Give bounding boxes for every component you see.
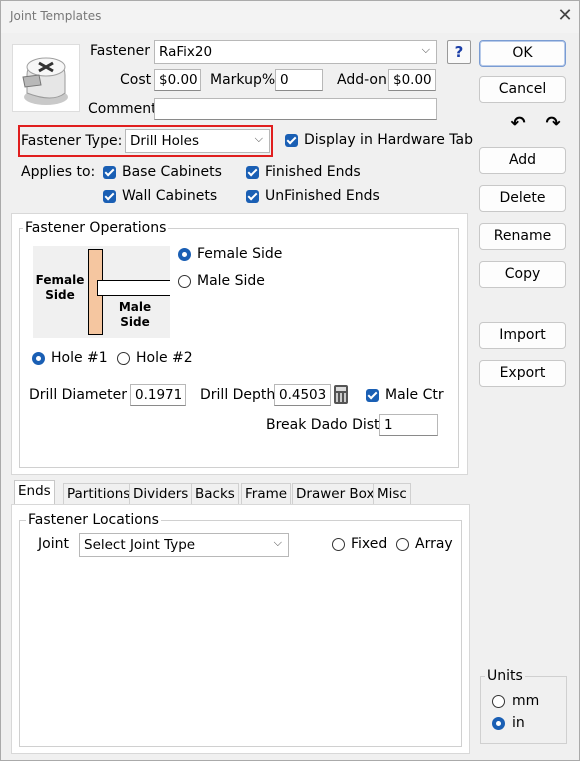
joint-type-value: Select Joint Type bbox=[84, 537, 196, 553]
joint-type-select[interactable]: Select Joint Type ⌵ bbox=[79, 533, 289, 557]
markup-input[interactable]: 0 bbox=[275, 69, 323, 91]
fixed-label: Fixed bbox=[351, 536, 388, 552]
tab-dividers[interactable]: Dividers bbox=[129, 483, 193, 504]
base-cabinets-checkbox[interactable] bbox=[103, 166, 116, 179]
wall-cabinets-label: Wall Cabinets bbox=[122, 188, 218, 204]
tab-label: Ends bbox=[18, 483, 51, 499]
units-in-label: in bbox=[512, 715, 525, 731]
male-ctr-label: Male Ctr bbox=[385, 387, 444, 403]
tab-label: Drawer Box bbox=[296, 486, 375, 502]
hole1-label: Hole #1 bbox=[51, 350, 108, 366]
tab-label: Backs bbox=[195, 486, 235, 502]
cam-fitting-icon bbox=[22, 57, 68, 105]
units-title: Units bbox=[485, 668, 525, 684]
drill-diameter-label: Drill Diameter bbox=[29, 387, 128, 403]
units-group bbox=[480, 676, 567, 744]
base-cabinets-label: Base Cabinets bbox=[122, 164, 222, 180]
cancel-button[interactable]: Cancel bbox=[479, 76, 566, 103]
window-title: Joint Templates bbox=[10, 9, 102, 23]
tab-label: Frame bbox=[245, 486, 288, 502]
tab-label: Misc bbox=[377, 486, 407, 502]
undo-icon[interactable]: ↶ bbox=[506, 113, 530, 135]
fastener-value: RaFix20 bbox=[159, 44, 213, 60]
female-side-radio[interactable] bbox=[178, 248, 191, 261]
array-label: Array bbox=[415, 536, 453, 552]
fixed-radio[interactable] bbox=[332, 538, 345, 551]
chevron-down-icon: ⌵ bbox=[254, 132, 263, 145]
wall-cabinets-checkbox[interactable] bbox=[103, 190, 116, 203]
locations-title: Fastener Locations bbox=[26, 512, 161, 528]
title-bar: Joint Templates ✕ bbox=[1, 1, 579, 33]
fastener-select[interactable]: RaFix20 ⌵ bbox=[154, 40, 437, 64]
drill-depth-input[interactable]: 0.4503 bbox=[274, 384, 331, 406]
help-button[interactable]: ? bbox=[447, 40, 471, 64]
fastener-type-value: Drill Holes bbox=[130, 133, 199, 149]
redo-icon[interactable]: ↷ bbox=[541, 113, 565, 135]
units-mm-label: mm bbox=[512, 693, 540, 709]
tab-partitions[interactable]: Partitions bbox=[63, 483, 135, 504]
hole1-radio[interactable] bbox=[32, 352, 45, 365]
diagram-female-text: Female Side bbox=[35, 273, 85, 302]
markup-label: Markup% bbox=[210, 72, 276, 88]
calculator-keys bbox=[336, 393, 346, 402]
unfinished-ends-checkbox[interactable] bbox=[246, 190, 259, 203]
rename-button[interactable]: Rename bbox=[479, 223, 566, 250]
tab-label: Partitions bbox=[67, 486, 131, 502]
fastener-type-label: Fastener Type: bbox=[21, 133, 123, 149]
tab-drawer-box[interactable]: Drawer Box bbox=[292, 483, 379, 504]
addon-input[interactable]: $0.00 bbox=[388, 69, 436, 91]
cost-input[interactable]: $0.00 bbox=[154, 69, 201, 91]
addon-label: Add-on bbox=[337, 72, 387, 88]
fastener-image bbox=[12, 44, 80, 112]
fastener-type-select[interactable]: Drill Holes ⌵ bbox=[125, 129, 270, 153]
unfinished-ends-label: UnFinished Ends bbox=[265, 188, 380, 204]
delete-button[interactable]: Delete bbox=[479, 185, 566, 212]
break-dado-label: Break Dado Dist. bbox=[266, 417, 384, 433]
fastener-label: Fastener bbox=[90, 43, 150, 59]
joint-templates-window: Joint Templates ✕ Fastener RaFix20 ⌵ ? C… bbox=[0, 0, 580, 761]
calculator-icon[interactable] bbox=[334, 385, 348, 404]
array-radio[interactable] bbox=[396, 538, 409, 551]
ok-button[interactable]: OK bbox=[479, 40, 566, 67]
comment-label: Comment bbox=[88, 101, 157, 117]
tab-misc[interactable]: Misc bbox=[373, 483, 411, 504]
add-button[interactable]: Add bbox=[479, 147, 566, 174]
hole2-label: Hole #2 bbox=[136, 350, 193, 366]
drill-depth-label: Drill Depth bbox=[200, 387, 276, 403]
operations-title: Fastener Operations bbox=[23, 220, 169, 236]
calculator-screen bbox=[336, 387, 346, 391]
finished-ends-checkbox[interactable] bbox=[246, 166, 259, 179]
units-mm-radio[interactable] bbox=[492, 695, 505, 708]
tab-ends[interactable]: Ends bbox=[14, 480, 55, 505]
joint-label: Joint bbox=[38, 536, 69, 552]
comment-input[interactable] bbox=[154, 98, 437, 120]
tab-backs[interactable]: Backs bbox=[191, 483, 239, 504]
chevron-down-icon: ⌵ bbox=[273, 536, 282, 549]
import-button[interactable]: Import bbox=[479, 322, 566, 349]
male-side-label: Male Side bbox=[197, 273, 265, 289]
close-icon[interactable]: ✕ bbox=[553, 5, 577, 27]
tab-frame[interactable]: Frame bbox=[241, 483, 292, 504]
male-board bbox=[97, 280, 170, 296]
cost-label: Cost bbox=[120, 72, 152, 88]
chevron-down-icon: ⌵ bbox=[421, 43, 430, 56]
diagram-male-text: Male Side bbox=[118, 300, 152, 329]
copy-button[interactable]: Copy bbox=[479, 261, 566, 288]
export-button[interactable]: Export bbox=[479, 360, 566, 387]
female-side-label: Female Side bbox=[197, 246, 283, 262]
joint-diagram: Female Side Male Side bbox=[33, 246, 170, 338]
tab-label: Dividers bbox=[133, 486, 189, 502]
applies-to-label: Applies to: bbox=[21, 164, 96, 180]
male-ctr-checkbox[interactable] bbox=[366, 389, 379, 402]
break-dado-input[interactable]: 1 bbox=[379, 414, 438, 436]
display-hardware-label: Display in Hardware Tab bbox=[304, 132, 474, 148]
units-in-radio[interactable] bbox=[492, 717, 505, 730]
display-hardware-checkbox[interactable] bbox=[285, 134, 298, 147]
drill-diameter-input[interactable]: 0.1971 bbox=[130, 384, 186, 406]
help-icon: ? bbox=[454, 43, 464, 61]
hole2-radio[interactable] bbox=[117, 352, 130, 365]
finished-ends-label: Finished Ends bbox=[265, 164, 361, 180]
male-side-radio[interactable] bbox=[178, 275, 191, 288]
